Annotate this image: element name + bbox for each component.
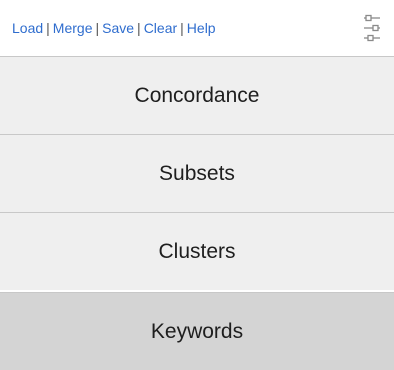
load-link[interactable]: Load: [12, 20, 43, 36]
link-separator: |: [180, 20, 184, 36]
save-link[interactable]: Save: [102, 20, 134, 36]
menu-item-clusters[interactable]: Clusters: [0, 212, 394, 290]
menu-item-keywords[interactable]: Keywords: [0, 292, 394, 370]
menu-item-label: Concordance: [134, 83, 260, 107]
toolbar-links: Load | Merge | Save | Clear | Help: [12, 20, 216, 36]
link-separator: |: [137, 20, 141, 36]
menu-item-label: Clusters: [158, 239, 236, 263]
concordance-panel: Load | Merge | Save | Clear | Help Concordance S…: [0, 0, 394, 370]
clear-link[interactable]: Clear: [144, 20, 177, 36]
menu-item-concordance[interactable]: Concordance: [0, 56, 394, 134]
toolbar: Load | Merge | Save | Clear | Help: [0, 0, 394, 56]
menu-item-label: Subsets: [159, 161, 235, 185]
merge-link[interactable]: Merge: [53, 20, 93, 36]
link-separator: |: [46, 20, 50, 36]
sliders-icon[interactable]: [362, 14, 382, 42]
menu-item-subsets[interactable]: Subsets: [0, 134, 394, 212]
help-link[interactable]: Help: [187, 20, 216, 36]
menu-item-label: Keywords: [150, 319, 244, 343]
link-separator: |: [95, 20, 100, 36]
